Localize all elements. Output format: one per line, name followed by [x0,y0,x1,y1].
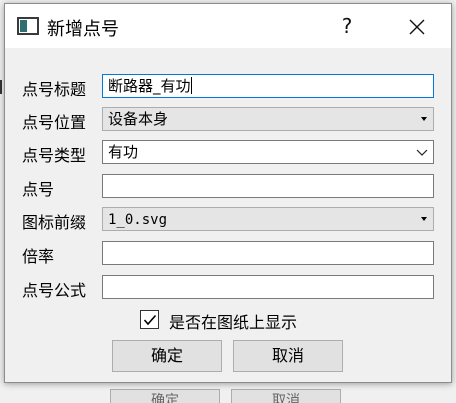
cancel-button[interactable]: 取消 [233,340,343,372]
point-label: 点号 [22,180,55,199]
formula-input[interactable] [102,275,434,299]
help-button[interactable]: ? [325,4,369,48]
parent-ok-button: 确定 [110,389,220,403]
show-on-drawing-label[interactable]: 是否在图纸上显示 [169,309,297,333]
position-select[interactable]: 设备本身 [102,107,434,131]
position-label: 点号位置 [22,113,87,132]
close-button[interactable] [389,4,443,48]
type-combo[interactable]: 有功 [102,140,434,164]
dropdown-arrow-icon [421,217,427,221]
close-icon [409,19,425,35]
formula-label: 点号公式 [22,281,87,300]
title-label: 点号标题 [22,80,87,99]
text-caret [190,77,192,94]
dropdown-arrow-icon [421,117,427,121]
point-input[interactable] [102,174,434,198]
chevron-down-icon [416,149,428,156]
title-bar: 新增点号 ? [5,4,451,48]
dialog-title: 新增点号 [47,19,119,40]
window-icon [17,17,39,35]
add-point-dialog: 新增点号 ? 点号标题 断路器_有功 点号位置 设备本身 点号类型 有功 点号 … [4,3,452,383]
type-label: 点号类型 [22,146,87,165]
checkmark-icon [143,314,157,326]
show-on-drawing-checkbox[interactable] [140,310,159,329]
parent-cancel-button: 取消 [231,389,341,403]
ratio-input[interactable] [102,241,434,265]
title-input[interactable]: 断路器_有功 [102,74,434,98]
ok-button[interactable]: 确定 [112,340,222,372]
icon-prefix-label: 图标前缀 [22,213,87,232]
icon-prefix-select[interactable]: 1_0.svg [102,207,434,231]
ratio-label: 倍率 [22,247,55,266]
